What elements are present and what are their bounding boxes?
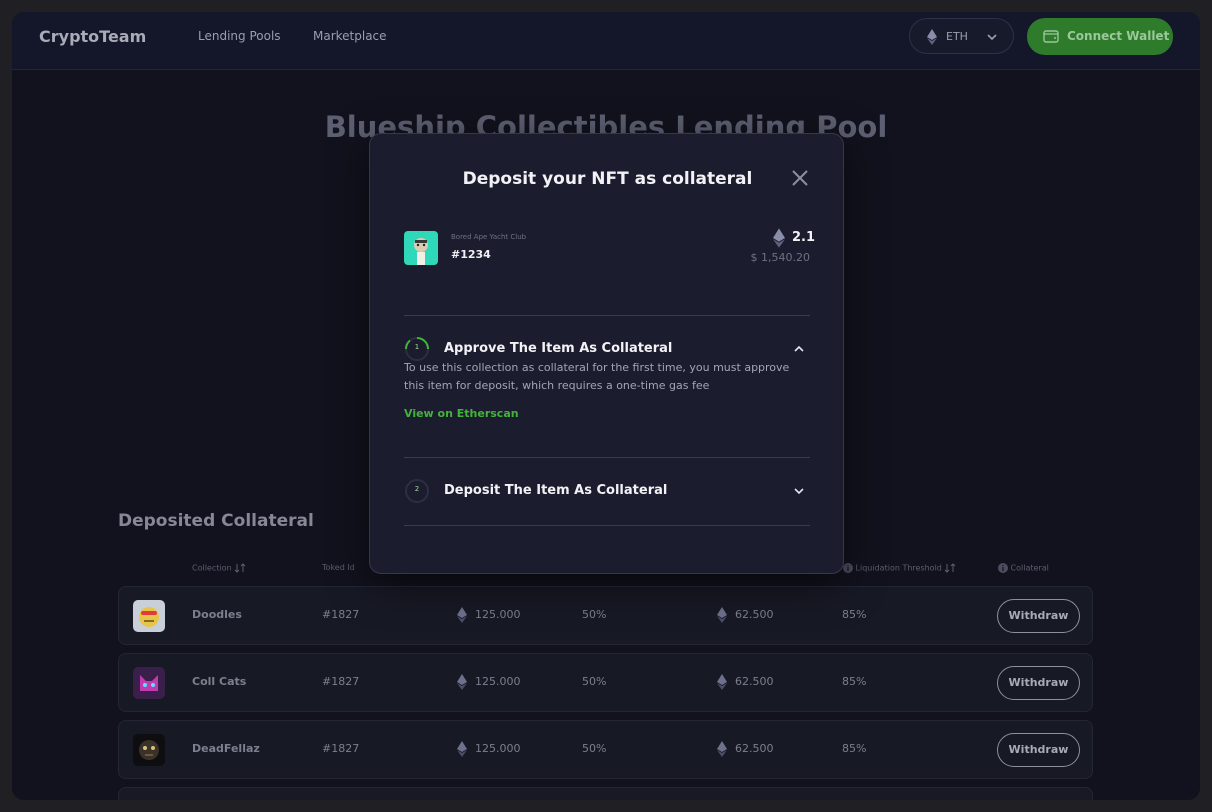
section-title: Deposited Collateral xyxy=(118,511,314,531)
nav-marketplace[interactable]: Marketplace xyxy=(313,29,387,43)
step-number: 1 xyxy=(414,343,420,351)
step-1-title[interactable]: Approve The Item As Collateral xyxy=(444,341,672,356)
ethereum-icon xyxy=(457,741,467,757)
brand-logo[interactable]: CryptoTeam xyxy=(39,27,146,46)
network-selector[interactable]: ETH xyxy=(909,18,1014,54)
divider xyxy=(404,457,810,458)
nav-lending-pools[interactable]: Lending Pools xyxy=(198,29,281,43)
withdraw-button[interactable]: Withdraw xyxy=(997,666,1080,700)
token-id: #1827 xyxy=(322,742,360,755)
column-header-collateral: Collateral xyxy=(998,563,1049,573)
column-header-label: Collateral xyxy=(1010,563,1049,573)
network-label: ETH xyxy=(946,30,968,43)
step-number: 2 xyxy=(414,485,420,493)
collection-name: Doodles xyxy=(192,608,242,621)
liquidation-threshold: 85% xyxy=(842,675,867,688)
collateral-value: 125.000 xyxy=(475,675,521,688)
app-window: CryptoTeam Lending Pools Marketplace ETH… xyxy=(12,12,1200,800)
collateral-value: 125.000 xyxy=(475,608,521,621)
divider xyxy=(404,525,810,526)
ethereum-icon xyxy=(717,607,727,623)
table-row xyxy=(118,787,1093,800)
etherscan-link[interactable]: View on Etherscan xyxy=(404,407,519,420)
withdraw-button[interactable]: Withdraw xyxy=(997,733,1080,767)
deposit-modal: Deposit your NFT as collateral Bored Ape… xyxy=(369,133,844,574)
nft-usd-value: $ 1,540.20 xyxy=(750,251,810,264)
column-header-label: Collection xyxy=(192,563,232,573)
nft-thumbnail xyxy=(404,231,438,265)
ethereum-icon xyxy=(717,674,727,690)
token-id: #1827 xyxy=(322,608,360,621)
chevron-down-icon xyxy=(987,34,997,41)
step-1-description: To use this collection as collateral for… xyxy=(404,361,790,392)
column-header-collection[interactable]: Collection xyxy=(192,563,246,573)
collection-avatar xyxy=(133,667,165,699)
sort-icon xyxy=(945,563,956,573)
collection-name: DeadFellaz xyxy=(192,742,260,755)
chevron-down-icon[interactable] xyxy=(792,484,806,498)
column-header-label: Toked Id xyxy=(322,563,355,572)
divider xyxy=(404,315,810,316)
nft-collection-name: Bored Ape Yacht Club xyxy=(451,233,527,241)
sort-icon xyxy=(234,563,246,573)
collection-avatar xyxy=(133,734,165,766)
info-icon xyxy=(998,563,1008,573)
connect-wallet-button[interactable]: Connect Wallet xyxy=(1027,18,1173,55)
modal-title: Deposit your NFT as collateral xyxy=(462,169,753,189)
liquidation-threshold: 85% xyxy=(842,608,867,621)
token-id: #1827 xyxy=(322,675,360,688)
ltv-percent: 50% xyxy=(582,608,607,621)
collection-name: Coll Cats xyxy=(192,675,247,688)
connect-wallet-label: Connect Wallet xyxy=(1067,29,1170,43)
ethereum-icon xyxy=(717,741,727,757)
ethereum-icon xyxy=(927,29,937,45)
liquidation-threshold: 85% xyxy=(842,742,867,755)
collection-avatar xyxy=(133,600,165,632)
collateral-value: 125.000 xyxy=(475,742,521,755)
ltv-percent: 50% xyxy=(582,742,607,755)
borrow-value: 62.500 xyxy=(735,675,774,688)
wallet-icon xyxy=(1043,30,1059,43)
info-icon xyxy=(843,563,853,573)
column-header-token-id[interactable]: Toked Id xyxy=(322,563,355,572)
table-row: DeadFellaz #1827 125.000 50% 62.500 85% … xyxy=(118,720,1093,779)
nft-token-id: #1234 xyxy=(451,248,491,261)
column-header-liquidation-threshold[interactable]: Liquidation Threshold xyxy=(843,563,956,573)
ethereum-icon xyxy=(457,674,467,690)
top-navigation-bar: CryptoTeam Lending Pools Marketplace ETH… xyxy=(12,12,1200,70)
nft-price: 2.1 xyxy=(792,230,816,245)
chevron-up-icon[interactable] xyxy=(792,342,806,356)
close-icon[interactable] xyxy=(790,168,810,188)
withdraw-button[interactable]: Withdraw xyxy=(997,599,1080,633)
borrow-value: 62.500 xyxy=(735,608,774,621)
ltv-percent: 50% xyxy=(582,675,607,688)
ethereum-icon xyxy=(457,607,467,623)
table-row: Coll Cats #1827 125.000 50% 62.500 85% W… xyxy=(118,653,1093,712)
column-header-label: Liquidation Threshold xyxy=(855,563,942,573)
ethereum-icon xyxy=(773,228,785,248)
step-2-indicator: 2 xyxy=(404,478,430,504)
borrow-value: 62.500 xyxy=(735,742,774,755)
table-row: Doodles #1827 125.000 50% 62.500 85% Wit… xyxy=(118,586,1093,645)
step-2-title[interactable]: Deposit The Item As Collateral xyxy=(444,483,667,498)
